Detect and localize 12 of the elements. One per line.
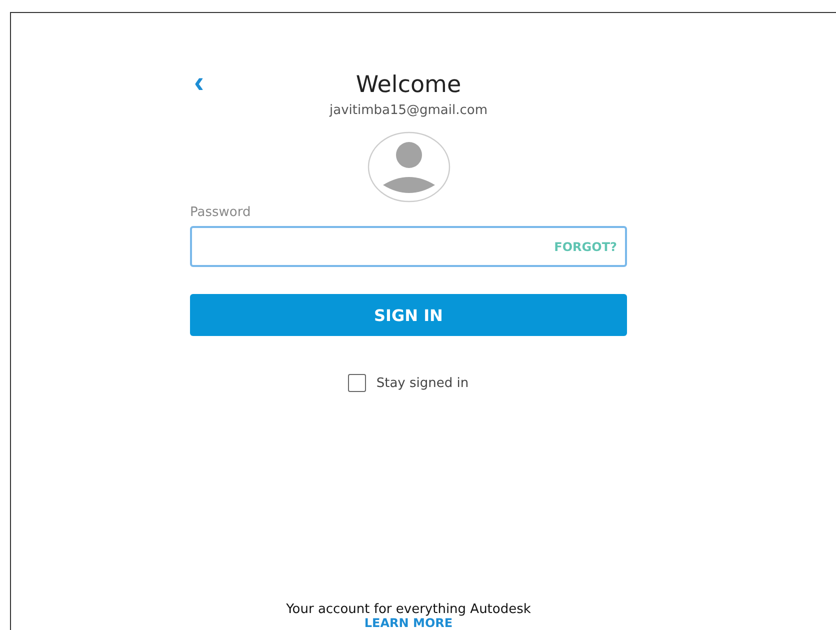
password-field[interactable]: FORGOT? — [190, 226, 627, 267]
forgot-link[interactable]: FORGOT? — [554, 240, 617, 254]
password-label: Password — [190, 205, 251, 220]
footer-text: Your account for everything Autodesk — [286, 602, 531, 617]
email-text: javitimba15@gmail.com — [329, 103, 488, 118]
stay-signed-in-checkbox[interactable] — [348, 374, 366, 392]
learn-more-link[interactable]: LEARN MORE — [364, 617, 453, 630]
stay-signed-in-label[interactable]: Stay signed in — [376, 376, 469, 390]
avatar-icon — [366, 131, 450, 203]
page-title: Welcome — [356, 72, 462, 98]
back-button[interactable]: ‹ — [190, 70, 208, 96]
sign-in-button[interactable]: SIGN IN — [190, 294, 627, 336]
